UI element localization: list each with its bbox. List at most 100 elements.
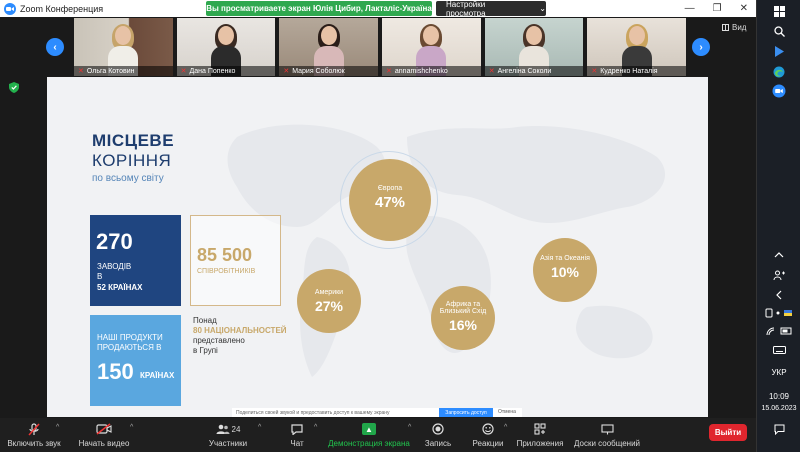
gallery-prev-button[interactable]: ‹ <box>46 38 64 56</box>
close-button[interactable]: ✕ <box>740 3 748 14</box>
participant-tile[interactable]: ✕ Дана Попенко <box>176 18 276 76</box>
record-label: Запись <box>424 439 452 448</box>
gallery-next-button[interactable]: › <box>692 38 710 56</box>
products-unit: КРАЇНАХ <box>140 371 175 380</box>
meeting-toolbar: Включить звук ^ Начать видео ^ 24 Участн… <box>0 418 756 452</box>
participant-name-label: ✕ Дана Попенко <box>176 66 276 76</box>
slide-title-line2: КОРІННЯ <box>92 151 172 170</box>
employees-label: СПІВРОБІТНИКІВ <box>197 268 256 275</box>
wifi-volume-icons[interactable] <box>757 326 800 336</box>
region-circle-americas: Америки 27% <box>297 269 361 333</box>
audio-options-caret[interactable]: ^ <box>56 424 59 431</box>
start-video-label: Начать видео <box>78 439 130 448</box>
muted-mic-icon: ✕ <box>488 68 495 75</box>
participant-tile[interactable]: ✕ Ольга Котовин <box>74 18 173 76</box>
reactions-label: Реакции <box>472 439 504 448</box>
plants-label-line2: В <box>97 272 103 281</box>
view-button[interactable]: Вид <box>722 23 746 32</box>
permission-text: Поделиться своей звукой и предоставить д… <box>236 409 390 416</box>
products-value: 150 <box>97 359 134 384</box>
participant-name-label: ✕ Ольга Котовин <box>74 66 173 76</box>
region-label: Азія та Океанія <box>540 255 590 262</box>
restore-button[interactable]: ❐ <box>713 3 722 14</box>
muted-mic-icon: ✕ <box>386 68 392 75</box>
apps-button[interactable]: Приложения <box>516 418 564 452</box>
start-video-button[interactable]: Начать видео <box>76 418 132 452</box>
shield-check-icon[interactable] <box>9 82 19 93</box>
participant-tile[interactable]: ✕ annamishchenko <box>382 18 481 76</box>
screen-share-banner: Вы просматриваете экран Юлія Цибир, Лакт… <box>206 1 432 16</box>
nationalities-line2: 80 НАЦІОНАЛЬНОСТЕЙ <box>193 326 287 335</box>
region-label-line2: Близький Схід <box>439 308 487 315</box>
region-share: 27% <box>314 298 344 314</box>
keyboard-icon[interactable] <box>757 346 800 354</box>
app-title: Zoom Конференция <box>20 3 104 14</box>
muted-mic-icon: ✕ <box>78 68 84 75</box>
participant-tile[interactable]: ✕ Кудренко Наталія <box>587 18 687 76</box>
region-label-line1: Африка та <box>445 301 481 308</box>
tray-app-icon[interactable] <box>764 308 794 318</box>
region-circle-europe: Європа 47% <box>349 159 431 241</box>
zoom-logo-icon <box>4 2 16 15</box>
search-icon[interactable] <box>757 26 800 37</box>
whiteboards-button[interactable]: Доски сообщений <box>574 418 640 452</box>
windows-start-icon[interactable] <box>757 6 800 17</box>
mic-muted-icon <box>28 422 40 436</box>
chevron-up-icon[interactable] <box>757 252 800 258</box>
minimize-button[interactable]: — <box>685 3 695 14</box>
nationalities-line3: представлено <box>193 336 245 345</box>
share-screen-icon: ▲ <box>362 423 376 435</box>
nationalities-line1: Понад <box>193 316 217 325</box>
record-button[interactable]: Запись <box>424 418 452 452</box>
participant-name-label: ✕ Мария Соболюк <box>279 66 379 76</box>
plants-stat-box: 270 ЗАВОДІВ В 52 КРАЇНАХ <box>90 215 181 306</box>
participant-tile[interactable]: ✕ Ангеліна Соколи <box>484 18 584 76</box>
view-options-dropdown[interactable]: Настройки просмотра ⌄ <box>436 0 546 18</box>
region-share: 10% <box>550 264 580 280</box>
reactions-options-caret[interactable]: ^ <box>504 424 507 431</box>
share-options-caret[interactable]: ^ <box>408 424 411 431</box>
region-circle-africa: Африка та Близький Схід 16% <box>431 286 495 350</box>
participants-icon: 24 <box>216 422 240 436</box>
language-indicator[interactable]: УКР <box>757 366 800 378</box>
apps-icon <box>534 422 546 436</box>
participants-label: Участники <box>208 439 248 448</box>
region-share: 47% <box>374 194 406 211</box>
clock-time[interactable]: 10:09 <box>757 390 800 402</box>
whiteboard-icon <box>600 422 614 436</box>
participant-tile[interactable]: ✕ Мария Соболюк <box>279 18 379 76</box>
participant-name-label: ✕ Кудренко Наталія <box>587 66 687 76</box>
employees-stat-box: 85 500 СПІВРОБІТНИКІВ <box>190 215 281 306</box>
video-options-caret[interactable]: ^ <box>130 424 133 431</box>
zoom-taskbar-icon[interactable] <box>757 84 800 98</box>
muted-mic-icon: ✕ <box>591 68 598 75</box>
share-screen-button[interactable]: ▲ Демонстрация экрана <box>328 418 410 452</box>
reactions-button[interactable]: Реакции <box>470 418 506 452</box>
chevron-down-icon: ⌄ <box>539 4 546 13</box>
cancel-link[interactable]: Отмена <box>498 409 516 415</box>
request-access-button[interactable]: Запросить доступ <box>439 408 493 417</box>
media-player-icon[interactable] <box>757 46 800 57</box>
chevron-left-icon[interactable] <box>757 290 800 300</box>
leave-meeting-button[interactable]: Выйти <box>709 424 747 441</box>
shared-screen-slide: МІСЦЕВЕ КОРІННЯ по всьому світу 270 ЗАВО… <box>47 77 708 417</box>
unmute-label: Включить звук <box>7 439 61 448</box>
region-share: 16% <box>448 317 478 333</box>
participants-button[interactable]: 24 Участники <box>204 418 252 452</box>
chat-options-caret[interactable]: ^ <box>314 424 317 431</box>
products-stat-box: НАШІ ПРОДУКТИ ПРОДАЮТЬСЯ В 150 КРАЇНАХ <box>90 315 181 406</box>
chat-label: Чат <box>290 439 304 448</box>
notification-center-icon[interactable] <box>757 424 800 435</box>
unmute-button[interactable]: Включить звук <box>6 418 62 452</box>
muted-mic-icon: ✕ <box>283 68 290 75</box>
edge-browser-icon[interactable] <box>757 66 800 78</box>
grid-icon <box>722 24 729 31</box>
chat-button[interactable]: Чат <box>286 418 308 452</box>
participant-gallery: ✕ Ольга Котовин ✕ Дана Попенко ✕ Мария Собо… <box>74 18 687 76</box>
participants-options-caret[interactable]: ^ <box>258 424 261 431</box>
view-options-label: Настройки просмотра <box>446 0 486 18</box>
people-icon[interactable] <box>757 270 800 281</box>
slide-title-line1: МІСЦЕВЕ <box>92 131 175 150</box>
clock-date[interactable]: 15.06.2023 <box>757 402 800 414</box>
plants-label-line1: ЗАВОДІВ <box>97 262 132 271</box>
